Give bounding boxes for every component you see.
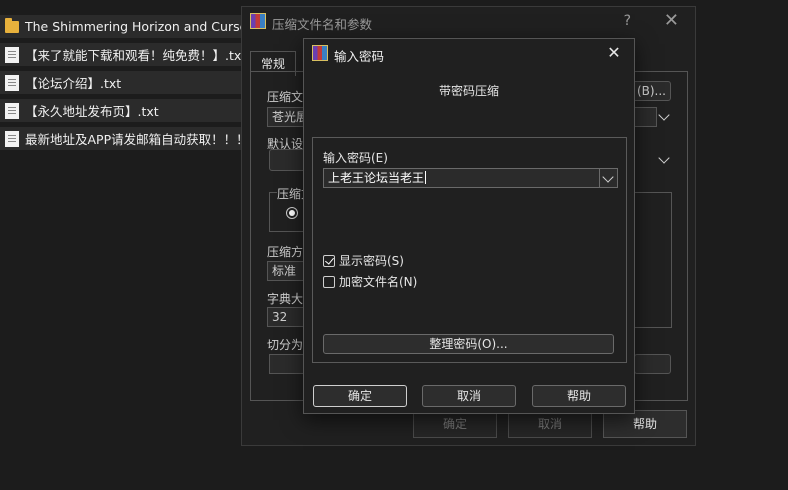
file-item-txt[interactable]: 【来了就能下载和观看！纯免费！】.txt — [0, 43, 243, 66]
cancel-button[interactable]: 取消 — [508, 410, 592, 438]
show-password-label: 显示密码(S) — [339, 254, 404, 268]
file-name: 【永久地址发布页】.txt — [25, 104, 159, 119]
folder-icon — [5, 17, 19, 33]
password-value: 上老王论坛当老王 — [328, 171, 425, 185]
dictionary-select[interactable]: 32 — [267, 307, 307, 327]
text-file-icon — [5, 74, 19, 91]
file-name: 最新地址及APP请发邮箱自动获取！！！. — [25, 132, 243, 147]
dialog-subtitle: 带密码压缩 — [438, 84, 499, 98]
cancel-label: 取消 — [537, 417, 562, 431]
file-item-txt[interactable]: 【永久地址发布页】.txt — [0, 99, 243, 122]
dictionary-value: 32 — [272, 310, 288, 324]
password-dialog: 输入密码 ✕ 带密码压缩 输入密码(E) 上老王论坛当老王 显示密码(S) 加密… — [303, 38, 635, 414]
archive-name-label: 压缩文 — [267, 90, 304, 104]
text-file-icon — [5, 46, 19, 63]
organize-passwords-button[interactable]: 整理密码(O)... — [323, 334, 614, 354]
cancel-label: 取消 — [456, 389, 481, 403]
ok-label: 确定 — [347, 389, 372, 403]
format-radio[interactable] — [286, 207, 298, 219]
help-icon[interactable]: ? — [624, 13, 631, 29]
dictionary-label: 字典大 — [267, 292, 304, 306]
help-button[interactable]: 帮助 — [603, 410, 687, 438]
winrar-icon — [250, 13, 266, 29]
cancel-button[interactable]: 取消 — [422, 385, 516, 407]
text-file-icon — [5, 102, 19, 119]
ok-label: 确定 — [442, 417, 467, 431]
tab-label: 常规 — [261, 57, 286, 71]
show-password-checkbox[interactable]: 显示密码(S) — [323, 252, 404, 269]
file-name: 【论坛介绍】.txt — [25, 76, 122, 91]
help-label: 帮助 — [632, 417, 657, 431]
dialog-title: 输入密码 — [334, 49, 385, 64]
file-name: The Shimmering Horizon and Cursed — [25, 19, 243, 34]
password-input[interactable]: 上老王论坛当老王 — [323, 168, 600, 188]
password-group: 输入密码(E) 上老王论坛当老王 显示密码(S) 加密文件名(N) 整理密码(O… — [312, 137, 627, 363]
dialog-title: 压缩文件名和参数 — [272, 17, 373, 32]
close-icon[interactable]: ✕ — [602, 41, 626, 65]
password-label: 输入密码(E) — [323, 151, 388, 165]
checkbox-checked-icon — [323, 254, 335, 267]
split-label: 切分为 — [267, 338, 304, 352]
chevron-down-icon — [602, 171, 614, 183]
close-icon[interactable]: ✕ — [664, 10, 679, 31]
file-item-folder[interactable]: The Shimmering Horizon and Cursed — [0, 15, 243, 38]
file-name: 【来了就能下载和观看！纯免费！】.txt — [25, 48, 243, 63]
encrypt-filenames-label: 加密文件名(N) — [339, 275, 418, 289]
browse-label: (B)... — [636, 84, 666, 98]
winrar-icon — [312, 45, 328, 61]
help-label: 帮助 — [566, 389, 591, 403]
method-select[interactable]: 标准 — [267, 261, 307, 281]
method-label: 压缩方 — [267, 245, 304, 259]
text-caret — [425, 171, 427, 184]
method-value: 标准 — [272, 264, 297, 278]
ok-button[interactable]: 确定 — [413, 410, 497, 438]
password-history-dropdown[interactable] — [600, 168, 618, 188]
file-item-txt[interactable]: 【论坛介绍】.txt — [0, 71, 243, 94]
file-item-txt[interactable]: 最新地址及APP请发邮箱自动获取！！！. — [0, 127, 243, 150]
help-button[interactable]: 帮助 — [532, 385, 626, 407]
text-file-icon — [5, 130, 19, 147]
organize-passwords-label: 整理密码(O)... — [429, 337, 508, 351]
encrypt-filenames-checkbox[interactable]: 加密文件名(N) — [323, 273, 417, 290]
format-options-box — [630, 192, 672, 328]
ok-button[interactable]: 确定 — [313, 385, 407, 407]
split-option-button[interactable] — [634, 354, 671, 374]
checkbox-unchecked-icon — [323, 275, 335, 288]
